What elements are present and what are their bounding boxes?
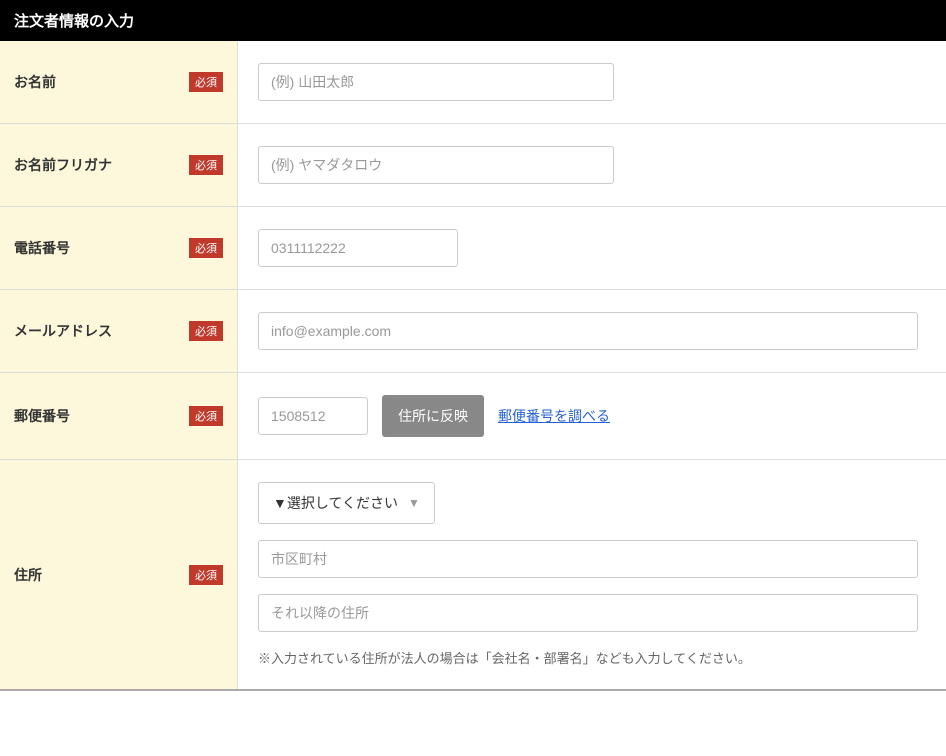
row-name: お名前 必須 <box>0 41 946 124</box>
label-cell-name-kana: お名前フリガナ 必須 <box>0 124 238 206</box>
row-name-kana: お名前フリガナ 必須 <box>0 124 946 207</box>
input-cell-name-kana <box>238 124 946 206</box>
required-badge: 必須 <box>189 565 223 585</box>
city-input[interactable] <box>258 540 918 578</box>
required-badge: 必須 <box>189 155 223 175</box>
row-postal: 郵便番号 必須 住所に反映 郵便番号を調べる <box>0 373 946 460</box>
label-phone: 電話番号 <box>14 238 70 258</box>
name-kana-input[interactable] <box>258 146 614 184</box>
apply-address-button[interactable]: 住所に反映 <box>382 395 484 437</box>
address-group: ▼選択してください ▼ ※入力されている住所が法人の場合は「会社名・部署名」など… <box>258 482 926 667</box>
section-title: 注文者情報の入力 <box>14 13 134 30</box>
input-cell-email <box>238 290 946 372</box>
name-input[interactable] <box>258 63 614 101</box>
input-cell-phone <box>238 207 946 289</box>
required-badge: 必須 <box>189 238 223 258</box>
input-cell-address: ▼選択してください ▼ ※入力されている住所が法人の場合は「会社名・部署名」など… <box>238 460 946 689</box>
phone-input[interactable] <box>258 229 458 267</box>
postal-row: 住所に反映 郵便番号を調べる <box>258 395 926 437</box>
label-cell-address: 住所 必須 <box>0 460 238 689</box>
chevron-down-icon: ▼ <box>408 496 420 510</box>
row-phone: 電話番号 必須 <box>0 207 946 290</box>
required-badge: 必須 <box>189 72 223 92</box>
required-badge: 必須 <box>189 406 223 426</box>
label-cell-name: お名前 必須 <box>0 41 238 123</box>
prefecture-select[interactable]: ▼選択してください ▼ <box>258 482 435 524</box>
label-name: お名前 <box>14 72 56 92</box>
label-postal: 郵便番号 <box>14 406 70 426</box>
label-email: メールアドレス <box>14 321 112 341</box>
label-cell-email: メールアドレス 必須 <box>0 290 238 372</box>
input-cell-name <box>238 41 946 123</box>
label-name-kana: お名前フリガナ <box>14 155 112 175</box>
input-cell-postal: 住所に反映 郵便番号を調べる <box>238 373 946 459</box>
customer-form: お名前 必須 お名前フリガナ 必須 電話番号 必須 メールアドレス 必須 <box>0 41 946 691</box>
label-cell-postal: 郵便番号 必須 <box>0 373 238 459</box>
label-address: 住所 <box>14 565 42 585</box>
section-header: 注文者情報の入力 <box>0 0 946 41</box>
row-email: メールアドレス 必須 <box>0 290 946 373</box>
address-rest-input[interactable] <box>258 594 918 632</box>
prefecture-select-label: ▼選択してください <box>273 493 398 513</box>
required-badge: 必須 <box>189 321 223 341</box>
postal-lookup-link[interactable]: 郵便番号を調べる <box>498 406 610 426</box>
label-cell-phone: 電話番号 必須 <box>0 207 238 289</box>
row-address: 住所 必須 ▼選択してください ▼ ※入力されている住所が法人の場合は「会社名・… <box>0 460 946 691</box>
address-note: ※入力されている住所が法人の場合は「会社名・部署名」なども入力してください。 <box>258 648 926 667</box>
email-input[interactable] <box>258 312 918 350</box>
postal-input[interactable] <box>258 397 368 435</box>
